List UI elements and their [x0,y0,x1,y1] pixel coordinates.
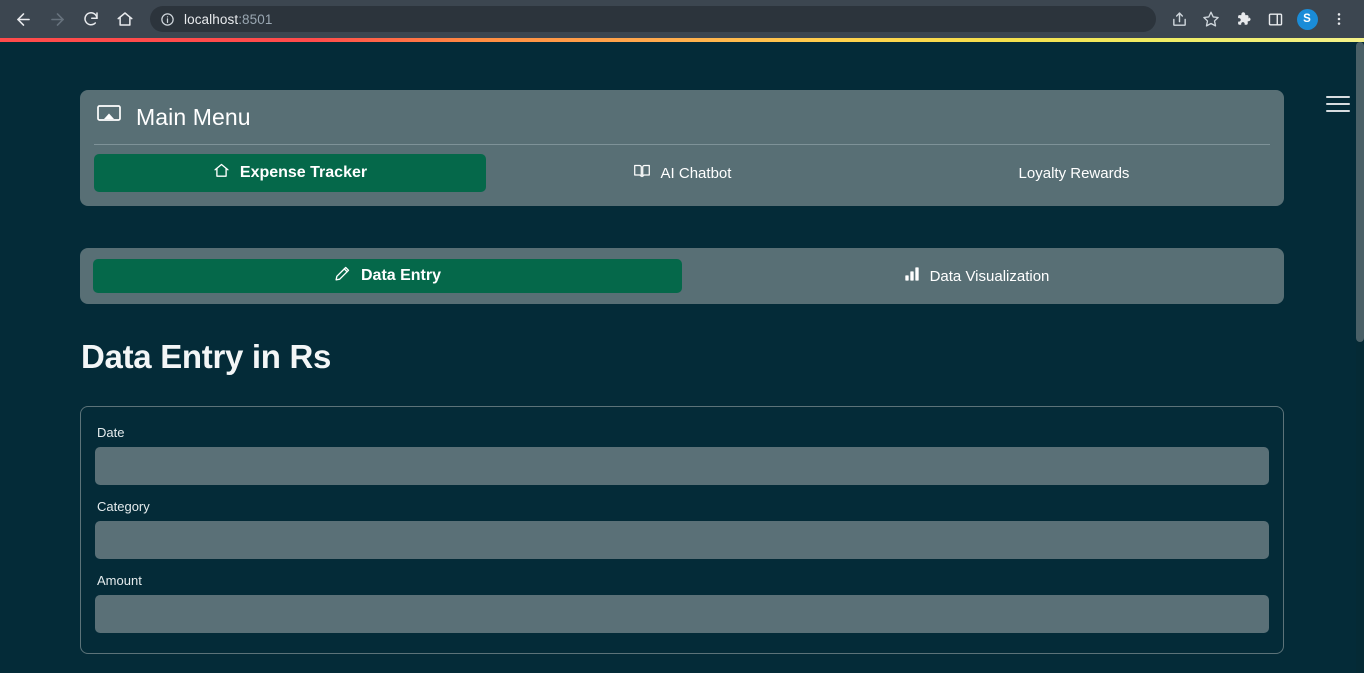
field-label-category: Category [97,499,150,514]
page-title: Data Entry in Rs [81,338,332,375]
pencil-icon [334,265,351,287]
app-viewport: Main Menu Expense Tracker AI Chatbot Loy… [0,42,1364,673]
main-menu-tab-label: Loyalty Rewards [1018,164,1130,182]
field-label-date: Date [97,425,125,440]
field-amount: Amount [95,573,1269,633]
reload-button[interactable] [76,4,106,34]
main-menu-tab-label: Expense Tracker [239,164,368,181]
field-date: Date [95,425,1269,485]
page-scrollbar-thumb[interactable] [1356,42,1364,342]
home-button[interactable] [110,4,140,34]
profile-avatar[interactable]: S [1292,4,1322,34]
page-scrollbar[interactable] [1356,42,1364,673]
url-text: localhost:8501 [184,12,272,27]
data-entry-form: Date Category Amount [80,406,1284,654]
streamlit-hamburger-menu-icon[interactable] [1326,94,1350,114]
share-icon[interactable] [1164,4,1194,34]
chrome-menu-icon[interactable] [1324,4,1354,34]
main-menu-panel: Main Menu Expense Tracker AI Chatbot Loy… [80,90,1284,206]
main-menu-tab-label: AI Chatbot [660,164,732,182]
sub-nav-tab-label: Data Visualization [929,267,1050,285]
field-label-amount: Amount [97,573,142,588]
field-category: Category [95,499,1269,559]
url-port: :8501 [238,11,273,27]
bookmark-star-icon[interactable] [1196,4,1226,34]
extensions-puzzle-icon[interactable] [1228,4,1258,34]
address-bar[interactable]: localhost:8501 [150,6,1156,32]
sub-nav-tab-data-visualization[interactable]: Data Visualization [682,259,1271,293]
url-host: localhost [184,11,239,27]
sub-nav-tab-label: Data Entry [360,267,442,284]
main-menu-title: Main Menu [136,104,251,130]
page-content: Main Menu Expense Tracker AI Chatbot Loy… [0,42,1364,654]
sub-nav-tab-data-entry[interactable]: Data Entry [93,259,682,293]
home-icon [213,162,230,184]
bar-chart-icon [904,266,920,286]
back-button[interactable] [8,4,38,34]
browser-toolbar: localhost:8501 S [0,0,1364,38]
sub-nav-panel: Data Entry Data Visualization [80,248,1284,304]
main-menu-header: Main Menu [94,104,1270,145]
book-icon [633,163,651,183]
date-input[interactable] [95,447,1269,485]
avatar-initial: S [1296,8,1318,30]
main-menu-tabs: Expense Tracker AI Chatbot Loyalty Rewar… [94,145,1270,192]
main-menu-tab-expense-tracker[interactable]: Expense Tracker [94,154,486,192]
forward-button[interactable] [42,4,72,34]
browser-actions: S [1164,4,1354,34]
main-menu-tab-ai-chatbot[interactable]: AI Chatbot [486,154,878,192]
amount-input[interactable] [95,595,1269,633]
side-panel-icon[interactable] [1260,4,1290,34]
main-menu-tab-loyalty-rewards[interactable]: Loyalty Rewards [878,154,1270,192]
site-info-icon[interactable] [160,12,175,27]
category-input[interactable] [95,521,1269,559]
cast-icon [96,104,122,131]
